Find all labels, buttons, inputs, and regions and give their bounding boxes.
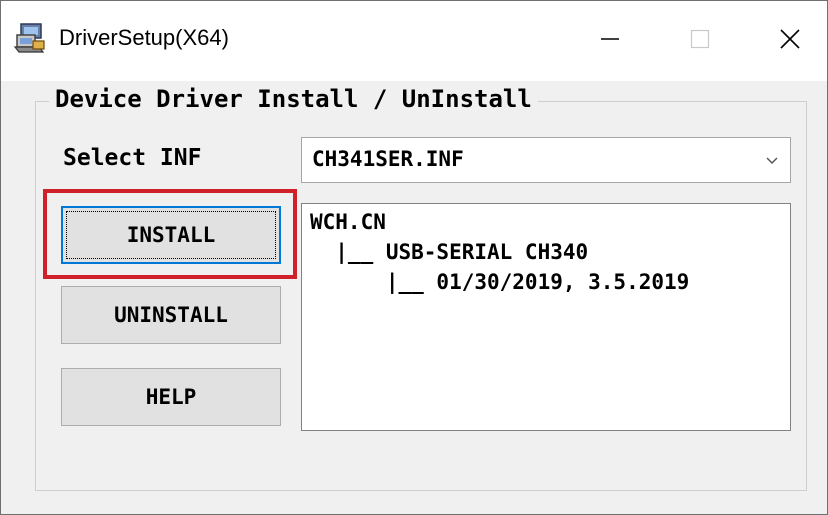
minimize-button[interactable]: [565, 1, 655, 81]
select-inf-label: Select INF: [63, 145, 202, 171]
inf-select-dropdown[interactable]: CH341SER.INF: [301, 137, 791, 183]
chevron-down-icon[interactable]: [764, 152, 780, 168]
install-button-label: INSTALL: [126, 223, 216, 247]
tree-line-version: |__ 01/30/2019, 3.5.2019: [310, 270, 690, 294]
close-icon: [778, 27, 802, 55]
install-button[interactable]: INSTALL: [61, 206, 281, 264]
help-button-label: HELP: [145, 385, 197, 409]
help-button[interactable]: HELP: [61, 368, 281, 426]
close-button[interactable]: [745, 1, 828, 81]
maximize-icon: [689, 28, 711, 54]
driver-setup-window: DriverSetup(X64) Device Driver Install /…: [0, 0, 828, 515]
title-bar[interactable]: DriverSetup(X64): [1, 1, 827, 81]
window-title: DriverSetup(X64): [59, 25, 229, 50]
inf-select-value: CH341SER.INF: [312, 147, 464, 171]
maximize-button[interactable]: [655, 1, 745, 81]
driver-info-box[interactable]: WCH.CN |__ USB-SERIAL CH340 |__ 01/30/20…: [301, 203, 791, 431]
tree-line-vendor: WCH.CN: [310, 210, 386, 234]
uninstall-button-label: UNINSTALL: [114, 303, 228, 327]
minimize-icon: [599, 28, 621, 54]
driver-setup-icon: [13, 21, 47, 55]
uninstall-button[interactable]: UNINSTALL: [61, 286, 281, 344]
groupbox-title: Device Driver Install / UnInstall: [49, 85, 538, 113]
tree-line-device: |__ USB-SERIAL CH340: [310, 240, 589, 264]
